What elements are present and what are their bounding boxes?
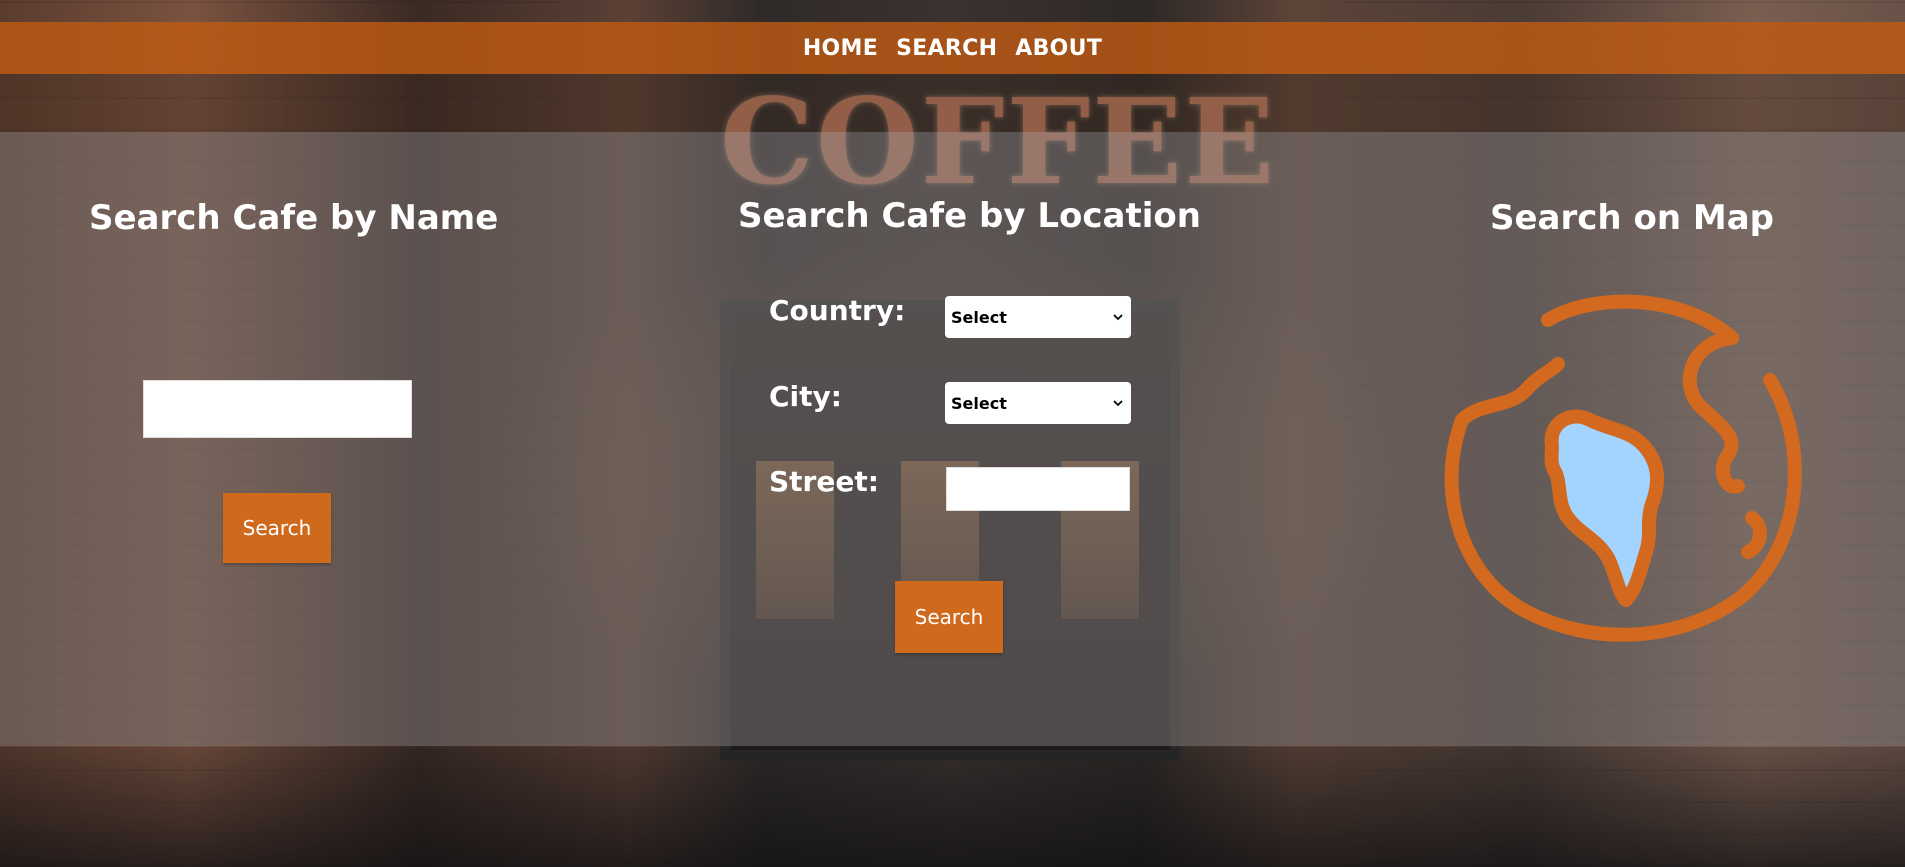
nav-search[interactable]: SEARCH: [896, 36, 997, 61]
city-label: City:: [769, 380, 842, 413]
search-on-map-title: Search on Map: [1490, 198, 1774, 238]
search-by-location-button[interactable]: Search: [895, 581, 1003, 653]
nav-about[interactable]: ABOUT: [1015, 36, 1102, 61]
cafe-name-input[interactable]: [143, 380, 412, 438]
country-select[interactable]: Select: [945, 296, 1131, 338]
search-by-location-title: Search Cafe by Location: [738, 196, 1201, 236]
street-input[interactable]: [946, 467, 1130, 511]
nav-shadow-strip: [0, 74, 1905, 132]
country-select-value: Select: [951, 307, 1007, 327]
nav-home[interactable]: HOME: [803, 36, 878, 61]
chevron-down-icon: [1113, 400, 1123, 407]
city-select-value: Select: [951, 393, 1007, 413]
search-by-name-title: Search Cafe by Name: [89, 198, 499, 238]
globe-icon[interactable]: [1440, 290, 1806, 650]
top-nav: HOME SEARCH ABOUT: [0, 22, 1905, 74]
country-label: Country:: [769, 294, 906, 327]
city-select[interactable]: Select: [945, 382, 1131, 424]
chevron-down-icon: [1113, 314, 1123, 321]
background-floor: [0, 747, 1905, 867]
search-by-name-button[interactable]: Search: [223, 493, 331, 563]
street-label: Street:: [769, 465, 879, 498]
